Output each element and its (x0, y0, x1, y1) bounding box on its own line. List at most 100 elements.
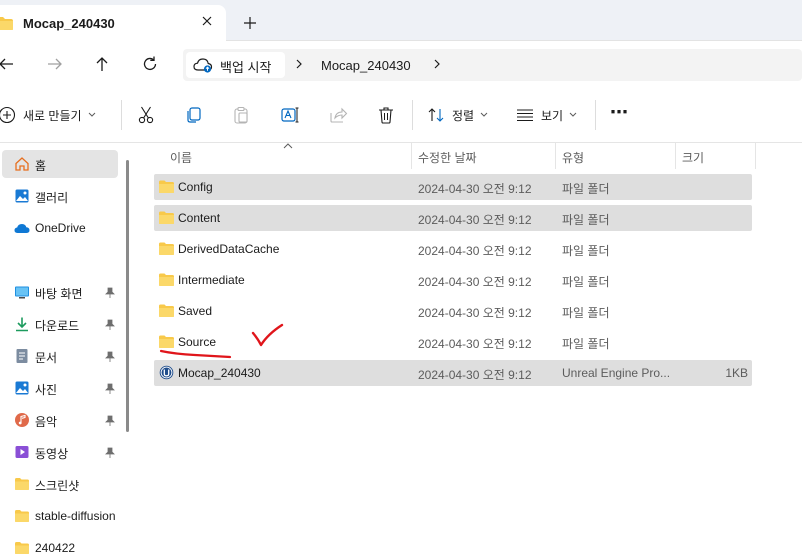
sidebar-item-downloads[interactable]: 다운로드 (0, 310, 122, 338)
file-type: 파일 폴더 (562, 244, 610, 258)
up-arrow-icon[interactable] (92, 54, 112, 74)
file-type: 파일 폴더 (562, 337, 610, 351)
sidebar-item-label: 사진 (35, 383, 58, 397)
sidebar-item-pictures[interactable]: 사진 (0, 374, 122, 402)
breadcrumb-item[interactable]: Mocap_240430 (321, 58, 411, 73)
pin-icon[interactable] (105, 319, 115, 331)
sidebar-item-label: 음악 (35, 415, 58, 429)
sidebar-item-music[interactable]: 음악 (0, 406, 122, 434)
forward-arrow-icon[interactable] (45, 54, 65, 74)
file-name: Mocap_240430 (178, 366, 261, 380)
more-options-button[interactable]: ⋯ (610, 100, 628, 124)
sidebar-item-home[interactable]: 홈 (2, 150, 118, 178)
sidebar-item-label: 바탕 화면 (35, 287, 83, 301)
view-button[interactable]: 보기 (516, 103, 577, 127)
new-button[interactable]: 새로 만들기 (0, 103, 96, 127)
add-circle-icon (0, 106, 16, 124)
column-divider[interactable] (755, 143, 756, 169)
sidebar-item-stable-diffusion[interactable]: stable-diffusion (0, 502, 122, 530)
back-arrow-icon[interactable] (0, 54, 16, 74)
share-icon[interactable] (328, 105, 348, 125)
sidebar-item-videos[interactable]: 동영상 (0, 438, 122, 466)
file-row-intermediate[interactable]: Intermediate 2024-04-30 오전 9:12 파일 폴더 (154, 267, 752, 293)
pin-icon[interactable] (105, 415, 115, 427)
column-header-label: 이름 (170, 151, 193, 165)
sidebar-item-gallery[interactable]: 갤러리 (0, 182, 122, 210)
sidebar-item-label: stable-diffusion (35, 509, 116, 523)
command-bar: 새로 만들기 정렬 보기 ⋯ (0, 88, 802, 143)
file-modified: 2024-04-30 오전 9:12 (418, 244, 532, 258)
file-modified: 2024-04-30 오전 9:12 (418, 306, 532, 320)
toolbar-divider (412, 100, 413, 130)
folder-icon (159, 335, 174, 348)
desktop-icon (15, 286, 29, 299)
folder-icon (159, 211, 174, 224)
sort-button[interactable]: 정렬 (427, 103, 488, 127)
file-row-config[interactable]: Config 2024-04-30 오전 9:12 파일 폴더 (154, 174, 752, 200)
folder-icon (159, 304, 174, 317)
pin-icon[interactable] (105, 351, 115, 363)
sidebar-item-screenshots[interactable]: 스크린샷 (0, 470, 122, 498)
gallery-icon (15, 189, 29, 203)
sidebar-item-label: 홈 (35, 159, 47, 173)
unreal-project-icon (159, 365, 174, 380)
file-type: Unreal Engine Pro... (562, 366, 671, 380)
rename-icon[interactable] (280, 105, 300, 125)
file-type: 파일 폴더 (562, 275, 610, 289)
sidebar-item-240422[interactable]: 240422 (0, 534, 122, 558)
sidebar-item-onedrive[interactable]: OneDrive (0, 214, 122, 242)
folder-icon (159, 180, 174, 193)
chevron-right-icon[interactable] (294, 58, 304, 70)
document-icon (16, 349, 28, 363)
column-header-size[interactable]: 크기 (682, 143, 752, 169)
file-modified: 2024-04-30 오전 9:12 (418, 275, 532, 289)
column-header-modified[interactable]: 수정한 날짜 (418, 143, 553, 169)
column-divider[interactable] (411, 143, 412, 169)
file-row-saved[interactable]: Saved 2024-04-30 오전 9:12 파일 폴더 (154, 298, 752, 324)
cloud-icon (14, 224, 30, 233)
address-bar[interactable]: 백업 시작 Mocap_240430 (183, 49, 802, 81)
delete-icon[interactable] (376, 105, 396, 125)
sidebar-scrollbar[interactable] (126, 160, 129, 432)
file-row-mocap-uproject[interactable]: Mocap_240430 2024-04-30 오전 9:12 Unreal E… (154, 360, 752, 386)
paste-icon[interactable] (231, 105, 251, 125)
column-header-name[interactable]: 이름 (170, 143, 410, 169)
file-size: 1KB (725, 366, 748, 380)
refresh-icon[interactable] (140, 54, 160, 74)
file-name: DerivedDataCache (178, 242, 280, 256)
sidebar-item-label: 문서 (35, 351, 58, 365)
navigation-pane: 홈 갤러리 OneDrive 바탕 화면 다운로드 문서 사진 음악 동영상 스… (0, 143, 128, 558)
pin-icon[interactable] (105, 383, 115, 395)
file-name: Intermediate (178, 273, 245, 287)
folder-icon (15, 478, 29, 490)
sidebar-item-label: 240422 (35, 541, 76, 555)
file-row-content[interactable]: Content 2024-04-30 오전 9:12 파일 폴더 (154, 205, 752, 231)
column-header-type[interactable]: 유형 (562, 143, 672, 169)
sidebar-item-label: 스크린샷 (35, 479, 80, 493)
file-row-deriveddatacache[interactable]: DerivedDataCache 2024-04-30 오전 9:12 파일 폴… (154, 236, 752, 262)
tab-title: Mocap_240430 (23, 16, 115, 31)
home-icon (15, 157, 29, 171)
chevron-down-icon (480, 112, 488, 117)
column-header-label: 유형 (562, 151, 585, 165)
column-divider[interactable] (675, 143, 676, 169)
file-row-source[interactable]: Source 2024-04-30 오전 9:12 파일 폴더 (154, 329, 752, 355)
sidebar-item-desktop[interactable]: 바탕 화면 (0, 278, 122, 306)
cloud-backup-icon (193, 58, 213, 73)
backup-label: 백업 시작 (220, 60, 272, 75)
tab-mocap[interactable]: Mocap_240430 (0, 5, 226, 42)
folder-icon (15, 510, 29, 522)
copy-icon[interactable] (184, 105, 204, 125)
sidebar-item-documents[interactable]: 문서 (0, 342, 122, 370)
plus-icon[interactable] (243, 16, 257, 30)
pin-icon[interactable] (105, 447, 115, 459)
cut-icon[interactable] (136, 105, 156, 125)
close-icon[interactable] (199, 13, 215, 29)
backup-button[interactable]: 백업 시작 (186, 52, 285, 78)
chevron-right-icon[interactable] (432, 58, 442, 70)
address-row: 백업 시작 Mocap_240430 (0, 42, 802, 88)
folder-icon (159, 242, 174, 255)
pin-icon[interactable] (105, 287, 115, 299)
column-divider[interactable] (555, 143, 556, 169)
sort-icon (428, 108, 444, 122)
